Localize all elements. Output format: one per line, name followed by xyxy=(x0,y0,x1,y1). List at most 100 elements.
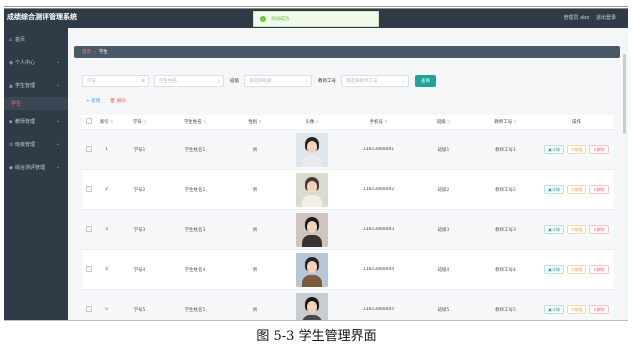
column-header-label: 班级 xyxy=(436,120,446,125)
action-bar: + 新增 🗑 删除 xyxy=(86,98,126,104)
view-button[interactable]: ▣ 详情 xyxy=(544,305,565,314)
cell-index: 2 xyxy=(105,187,108,192)
row-checkbox[interactable] xyxy=(86,265,92,272)
student-no-input[interactable]: 学号 ⊗ xyxy=(82,75,149,87)
cell-avatar xyxy=(282,172,342,207)
table-row[interactable]: 5 学号5 学生姓名5 男 13823888885 班级5 教师工号5 ▣ 详情 ✎ 修改 ✕ 删… xyxy=(82,290,614,320)
row-checkbox[interactable] xyxy=(86,225,92,232)
edit-button[interactable]: ✎ 修改 xyxy=(567,145,587,154)
add-button[interactable]: + 新增 xyxy=(86,99,100,104)
sidebar-subitem[interactable]: 学生 xyxy=(4,97,68,110)
sort-icon[interactable]: ⇅ xyxy=(203,119,206,124)
cell-avatar xyxy=(282,132,342,167)
sidebar-item[interactable]: ⌂ 首页 xyxy=(4,28,68,51)
select-all-checkbox[interactable] xyxy=(86,118,92,124)
view-button[interactable]: ▣ 详情 xyxy=(544,185,565,194)
sidebar-item[interactable]: ◉ 个人中心 ⌄ xyxy=(4,51,68,74)
column-header[interactable]: 手机号⇅ xyxy=(342,119,415,125)
table-row[interactable]: 4 学号4 学生姓名4 男 13823888884 班级4 教师工号4 ▣ 详情 ✎ 修改 ✕ 删… xyxy=(82,250,614,290)
cell-student-name: 学生姓名1 xyxy=(184,147,206,153)
view-button[interactable]: ▣ 详情 xyxy=(544,265,565,274)
sidebar-item-label: 首页 xyxy=(15,37,26,43)
column-header[interactable]: 班级⇅ xyxy=(415,119,472,125)
table-row[interactable]: 2 学号2 学生姓名2 男 13823888882 班级2 教师工号2 ▣ 详情 ✎ 修改 ✕ 删… xyxy=(82,170,614,210)
sidebar-item-label: 综合测评管理 xyxy=(15,165,46,171)
column-header[interactable]: 学生姓名⇅ xyxy=(162,119,228,125)
sort-icon[interactable]: ⇅ xyxy=(143,119,146,124)
edit-button[interactable]: ✎ 修改 xyxy=(567,265,587,274)
row-checkbox[interactable] xyxy=(86,185,92,192)
row-actions: ▣ 详情 ✎ 修改 ✕ 删除 xyxy=(539,185,614,194)
sidebar-item[interactable]: ≡ 班级管理 ⌄ xyxy=(4,133,68,156)
teacher-no-label: 教师工号 xyxy=(318,79,336,84)
row-select-cell xyxy=(82,265,96,274)
breadcrumb-home[interactable]: 首页 xyxy=(82,49,91,55)
table-row[interactable]: 3 学号3 学生姓名3 男 13823888883 班级3 教师工号3 ▣ 详情 ✎ 修改 ✕ 删… xyxy=(82,210,614,250)
cell-student-no: 学号2 xyxy=(133,187,146,193)
row-actions: ▣ 详情 ✎ 修改 ✕ 删除 xyxy=(539,265,614,274)
edit-button[interactable]: ✎ 修改 xyxy=(567,185,587,194)
class-select[interactable]: 请选择班级 ⌄ xyxy=(244,75,312,87)
column-header[interactable]: 学号⇅ xyxy=(117,119,162,125)
sidebar-item[interactable]: ▪ 教师管理 ⌄ xyxy=(4,110,68,133)
cell-student-name: 学生姓名2 xyxy=(184,187,206,193)
column-header-label: 手机号 xyxy=(369,120,384,125)
sidebar: ⌂ 首页 ◉ 个人中心 ⌄ ▲ 学生管理 ⌄ 学生 ▪ 教师管理 ⌄ ≡ 班级管理 ⌄ ◆ 综合测评管理 ⌄ xyxy=(4,28,68,320)
sort-icon[interactable]: ⇅ xyxy=(258,119,261,124)
column-header[interactable]: 性别⇅ xyxy=(228,119,282,125)
delete-button[interactable]: ✕ 删除 xyxy=(589,305,609,314)
delete-button[interactable]: ✕ 删除 xyxy=(589,265,609,274)
cell-gender: 男 xyxy=(252,147,258,153)
cell-student-no: 学号4 xyxy=(133,267,146,273)
admin-area: 管理员 abo 退出登录 xyxy=(559,14,617,21)
cell-operations: ▣ 详情 ✎ 修改 ✕ 删除 xyxy=(539,145,614,154)
avatar xyxy=(296,252,328,287)
cell-class: 班级5 xyxy=(437,307,450,313)
column-header-label: 学号 xyxy=(132,120,142,125)
chevron-down-icon: ⌄ xyxy=(55,59,60,65)
cell-teacher-no: 教师工号5 xyxy=(495,307,516,313)
view-button[interactable]: ▣ 详情 xyxy=(544,225,565,234)
sort-icon[interactable]: ⇅ xyxy=(447,119,450,124)
delete-button[interactable]: ✕ 删除 xyxy=(589,145,609,154)
chevron-down-icon: ⌄ xyxy=(304,79,308,84)
sidebar-item[interactable]: ▲ 学生管理 ⌄ xyxy=(4,74,68,97)
cell-teacher-no: 教师工号4 xyxy=(495,267,516,273)
cell-teacher-no: 教师工号2 xyxy=(495,187,516,193)
teacher-no-select[interactable]: 请选择教师工号 ⌄ xyxy=(341,75,409,87)
cell-student-no: 学号1 xyxy=(133,147,146,153)
batch-delete-button[interactable]: 🗑 删除 xyxy=(110,99,126,104)
sort-icon[interactable]: ⇅ xyxy=(384,119,387,124)
student-name-input[interactable]: 学生姓名 ⌕ xyxy=(154,75,224,87)
sort-icon[interactable]: ⇅ xyxy=(110,119,113,124)
edit-button[interactable]: ✎ 修改 xyxy=(567,225,587,234)
row-checkbox[interactable] xyxy=(86,145,92,152)
logout-link[interactable]: 退出登录 xyxy=(596,15,616,21)
cell-index: 3 xyxy=(105,227,108,232)
success-toast: ✓ 添加成功 xyxy=(253,11,379,27)
column-header[interactable]: 教师工号⇅ xyxy=(472,119,539,125)
search-button[interactable]: 查询 xyxy=(415,75,436,87)
sidebar-item[interactable]: ◆ 综合测评管理 ⌄ xyxy=(4,156,68,179)
cell-phone: 13823888881 xyxy=(362,147,395,152)
view-button[interactable]: ▣ 详情 xyxy=(544,145,565,154)
column-header[interactable]: 头像⇅ xyxy=(282,119,342,125)
cell-class: 班级1 xyxy=(437,147,450,153)
sidebar-item-label: 个人中心 xyxy=(15,60,36,66)
page-scrollbar[interactable] xyxy=(623,54,626,134)
edit-button[interactable]: ✎ 修改 xyxy=(567,305,587,314)
class-label: 班级 xyxy=(230,79,239,84)
cell-phone: 13823888883 xyxy=(362,227,395,232)
column-header[interactable]: 索引⇅ xyxy=(96,119,117,125)
table-row[interactable]: 1 学号1 学生姓名1 男 13823888881 班级1 教师工号1 ▣ 详情 ✎ 修改 ✕ 删… xyxy=(82,130,614,170)
sort-icon[interactable]: ⇅ xyxy=(513,119,516,124)
cell-teacher-no: 教师工号1 xyxy=(495,147,516,153)
row-actions: ▣ 详情 ✎ 修改 ✕ 删除 xyxy=(539,145,614,154)
row-checkbox[interactable] xyxy=(86,305,92,312)
delete-button[interactable]: ✕ 删除 xyxy=(589,185,609,194)
sort-icon[interactable]: ⇅ xyxy=(315,119,318,124)
app-title: 成绩综合测评管理系统 xyxy=(7,13,77,21)
delete-button[interactable]: ✕ 删除 xyxy=(589,225,609,234)
cell-teacher-no: 教师工号3 xyxy=(495,227,516,233)
clear-icon: ⊗ xyxy=(141,79,145,84)
